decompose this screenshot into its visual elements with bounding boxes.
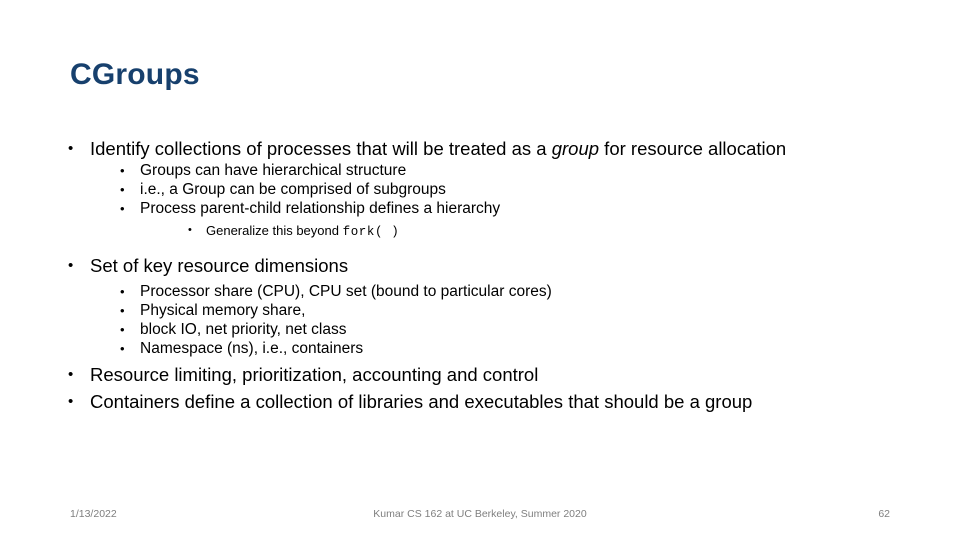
bullet-text-group-subgroups: i.e., a Group can be comprised of subgro… <box>140 181 446 198</box>
bullet-list-level2-a: • Groups can have hierarchical structure… <box>120 161 898 241</box>
emphasis-group: group <box>551 138 600 159</box>
list-item: • Set of key resource dimensions • Proce… <box>68 255 898 358</box>
list-item: • Process parent-child relationship defi… <box>120 199 898 241</box>
bullet-glyph-icon: • <box>120 341 125 356</box>
list-item: • Namespace (ns), i.e., containers <box>120 339 898 358</box>
list-item: • i.e., a Group can be comprised of subg… <box>120 180 898 199</box>
bullet-text-processor-share: Processor share (CPU), CPU set (bound to… <box>140 283 552 300</box>
bullet-text-containers-libraries: Containers define a collection of librar… <box>90 391 753 412</box>
bullet-text-resource-limiting: Resource limiting, prioritization, accou… <box>90 364 539 385</box>
list-item: • Identify collections of processes that… <box>68 138 898 241</box>
footer-course-label: Kumar CS 162 at UC Berkeley, Summer 2020 <box>373 508 587 520</box>
bullet-glyph-icon: • <box>120 322 125 337</box>
bullet-glyph-icon: • <box>120 201 125 216</box>
bullet-list-level3: • Generalize this beyond fork( ) <box>188 222 898 241</box>
bullet-glyph-icon: • <box>68 257 74 274</box>
list-item: • Groups can have hierarchical structure <box>120 161 898 180</box>
list-item: • Processor share (CPU), CPU set (bound … <box>120 282 898 301</box>
bullet-glyph-icon: • <box>68 393 74 410</box>
list-item: • Physical memory share, <box>120 301 898 320</box>
list-item: • Generalize this beyond fork( ) <box>188 222 898 241</box>
bullet-text-key-resource-dimensions: Set of key resource dimensions <box>90 255 349 276</box>
bullet-text-namespace-containers: Namespace (ns), i.e., containers <box>140 340 364 357</box>
bullet-glyph-icon: • <box>120 303 125 318</box>
slide: CGroups • Identify collections of proces… <box>0 0 960 540</box>
bullet-glyph-icon: • <box>120 284 125 299</box>
list-item: • block IO, net priority, net class <box>120 320 898 339</box>
bullet-text-generalize-fork: Generalize this beyond fork( ) <box>206 223 400 239</box>
bullet-glyph-icon: • <box>68 366 74 383</box>
bullet-text-block-io-net: block IO, net priority, net class <box>140 321 347 338</box>
bullet-glyph-icon: • <box>188 224 192 236</box>
slide-footer: 1/13/2022 Kumar CS 162 at UC Berkeley, S… <box>0 508 960 528</box>
bullet-glyph-icon: • <box>68 140 74 157</box>
list-item: • Containers define a collection of libr… <box>68 391 898 412</box>
bullet-glyph-icon: • <box>120 182 125 197</box>
page-title: CGroups <box>70 58 200 91</box>
bullet-glyph-icon: • <box>120 163 125 178</box>
bullet-text-parent-child-hierarchy: Process parent-child relationship define… <box>140 200 501 217</box>
slide-body: • Identify collections of processes that… <box>68 138 898 413</box>
code-fork: fork( ) <box>342 225 400 239</box>
bullet-text-physical-memory-share: Physical memory share, <box>140 302 306 319</box>
list-item: • Resource limiting, prioritization, acc… <box>68 364 898 385</box>
bullet-text-hierarchical-structure: Groups can have hierarchical structure <box>140 162 407 179</box>
bullet-list-level2-b: • Processor share (CPU), CPU set (bound … <box>120 282 898 358</box>
footer-page-number: 62 <box>878 508 890 520</box>
bullet-list-level1: • Identify collections of processes that… <box>68 138 898 412</box>
bullet-text-identify-collections: Identify collections of processes that w… <box>90 138 787 159</box>
